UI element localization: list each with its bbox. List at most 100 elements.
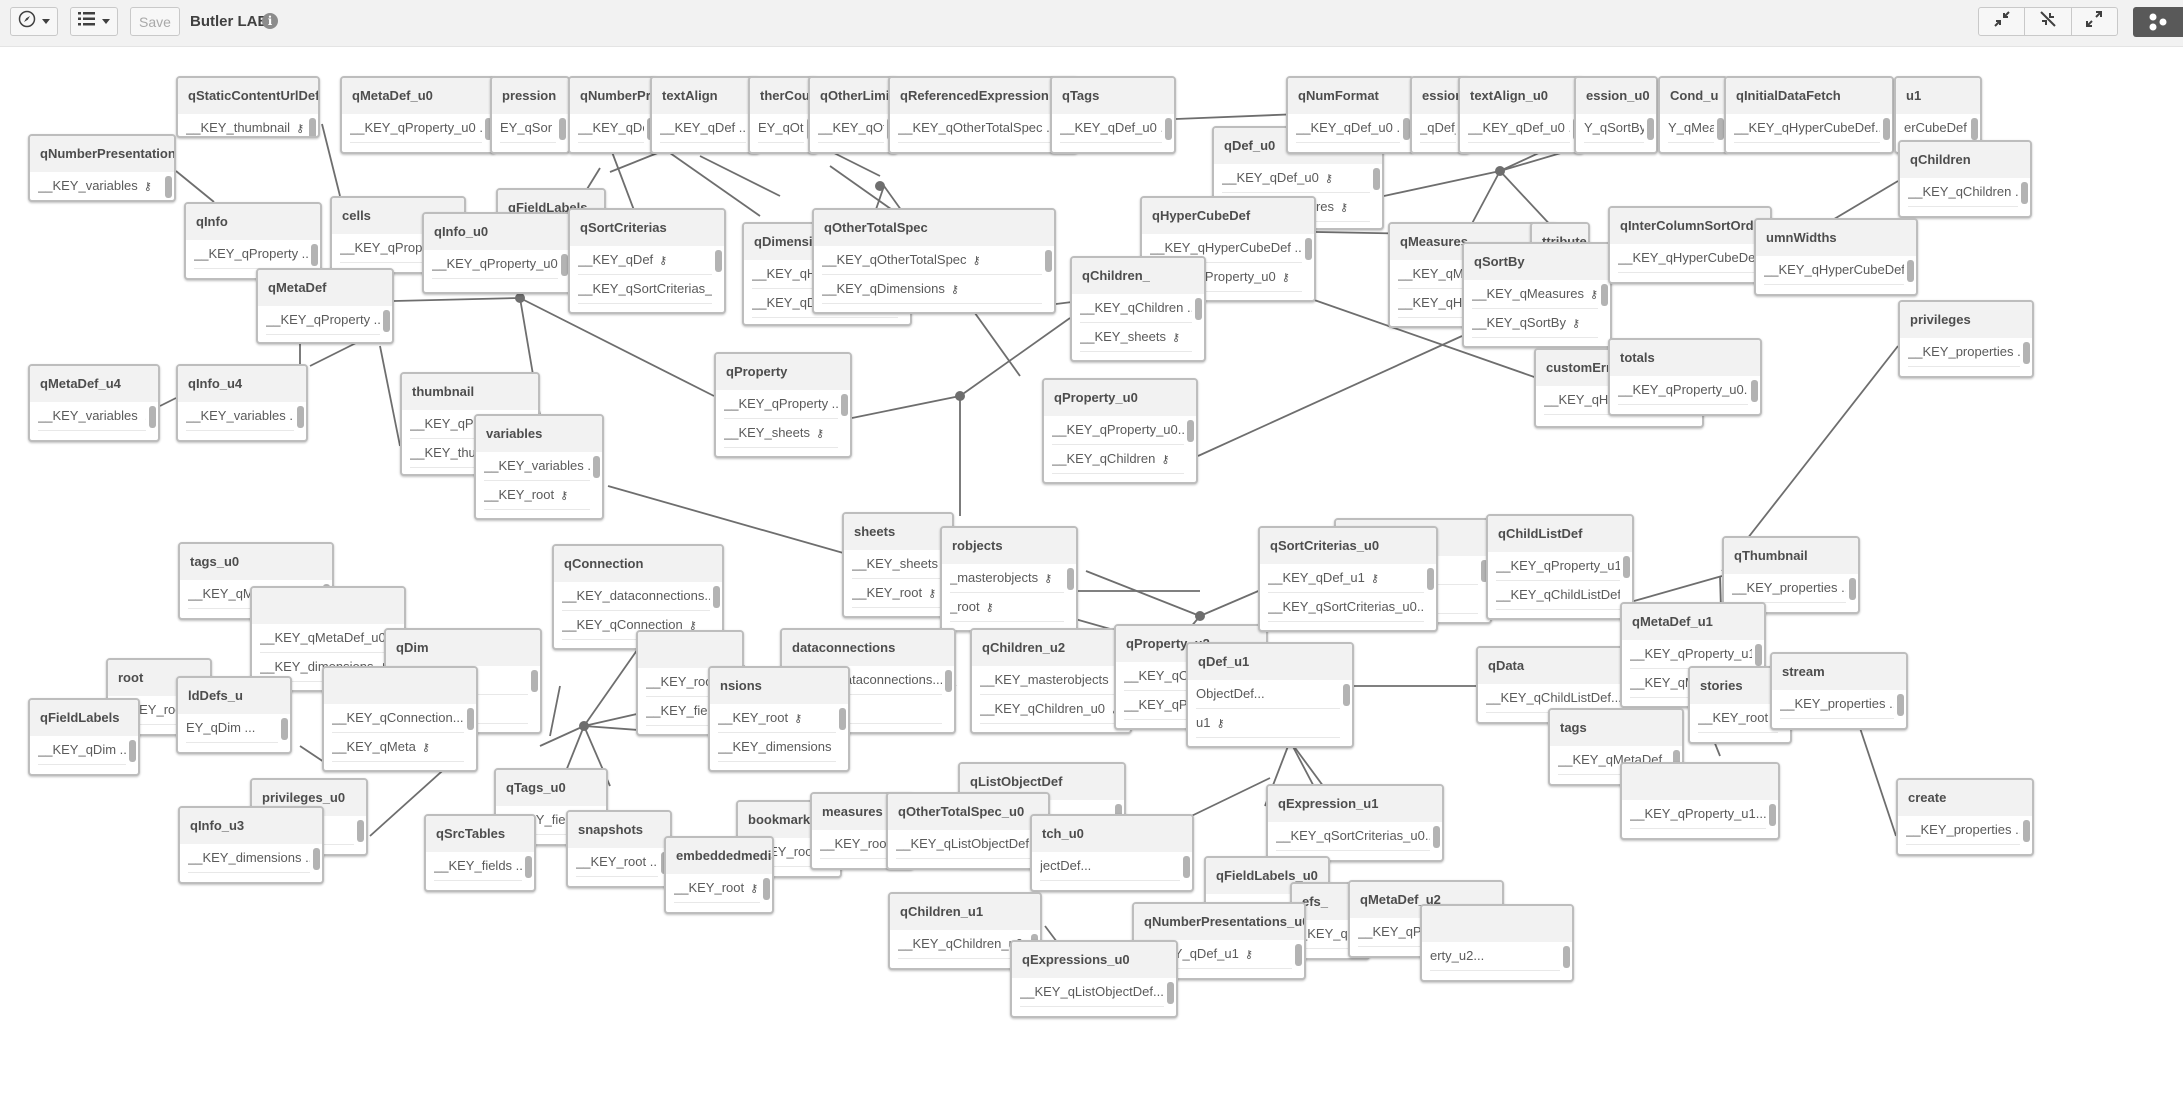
field-row[interactable]: __KEY_qChildren ... bbox=[1080, 294, 1192, 323]
table-card-privileges[interactable]: privileges __KEY_properties ... bbox=[1898, 300, 2034, 378]
field-row[interactable]: __KEY_qProperty ... bbox=[194, 240, 308, 269]
scrollbar-handle[interactable] bbox=[297, 406, 304, 428]
scrollbar-handle[interactable] bbox=[763, 878, 770, 900]
table-card-qExpression_u1[interactable]: qExpression_u1 __KEY_qSortCriterias_u0... bbox=[1266, 784, 1444, 862]
scrollbar-handle[interactable] bbox=[129, 740, 136, 762]
scrollbar-handle[interactable] bbox=[531, 670, 538, 692]
field-row[interactable]: __KEY_qProperty_u1... bbox=[1630, 800, 1766, 829]
field-row[interactable]: Y_qSortBy⚷ bbox=[1584, 114, 1644, 143]
field-row[interactable]: erty_u2... bbox=[1430, 942, 1560, 971]
field-row[interactable]: __KEY_qProperty_u0 ... bbox=[350, 114, 482, 143]
field-row[interactable]: __KEY_qOtherTotalSpec ... bbox=[898, 114, 1064, 143]
scrollbar-handle[interactable] bbox=[839, 708, 846, 730]
table-card-qMetaDef_u4[interactable]: qMetaDef_u4 __KEY_variables ⚷ bbox=[28, 364, 160, 442]
scrollbar-handle[interactable] bbox=[525, 856, 532, 878]
field-row[interactable]: EY_qOth bbox=[758, 114, 804, 143]
table-card-qStaticContentUrlDef[interactable]: qStaticContentUrlDef __KEY_thumbnail ⚷ bbox=[176, 76, 320, 138]
field-row[interactable]: __KEY_qHyperCubeDef... bbox=[1734, 114, 1880, 143]
scrollbar-handle[interactable] bbox=[1623, 556, 1630, 578]
scrollbar-handle[interactable] bbox=[1067, 568, 1074, 590]
field-row[interactable]: __KEY_dimensions ... bbox=[188, 844, 310, 873]
field-row[interactable]: __KEY_qMeasures ⚷ bbox=[1472, 280, 1598, 309]
field-row[interactable]: EY_qDim ... bbox=[186, 714, 278, 743]
scrollbar-handle[interactable] bbox=[311, 244, 318, 266]
info-icon[interactable]: i bbox=[262, 13, 278, 29]
scrollbar-handle[interactable] bbox=[1769, 804, 1776, 826]
field-row[interactable]: __KEY_qChildren_u0 bbox=[898, 930, 1028, 959]
table-card-qNumberPresentations[interactable]: qNumberPre __KEY_qDef bbox=[568, 76, 658, 154]
table-card-masterobjects[interactable]: robjects _masterobjects ⚷ _root ⚷ bbox=[940, 526, 1078, 632]
table-card-qNumFormat[interactable]: qNumFormat __KEY_qDef_u0 ... bbox=[1286, 76, 1414, 154]
table-card-sheets[interactable]: sheets__KEY_sheets⚷ __KEY_root ⚷ bbox=[842, 512, 954, 618]
table-card-qTags[interactable]: qTags __KEY_qDef_u0 ... bbox=[1050, 76, 1176, 154]
scrollbar-handle[interactable] bbox=[713, 586, 720, 608]
table-card-qSrcTables[interactable]: qSrcTables __KEY_fields ... bbox=[424, 814, 536, 892]
field-row[interactable]: ObjectDef... bbox=[1196, 680, 1340, 709]
table-card-qDef_u1[interactable]: qDef_u1 ObjectDef... u1 ⚷ bbox=[1186, 642, 1354, 748]
scrollbar-handle[interactable] bbox=[467, 708, 474, 730]
field-row[interactable]: __KEY_qMetaDef_u0... bbox=[260, 624, 392, 653]
table-card-qMetaDef[interactable]: qMetaDef __KEY_qProperty ... bbox=[256, 268, 394, 344]
field-row[interactable]: __KEY_qChildListDef ... bbox=[1496, 581, 1620, 610]
navigation-menu-button[interactable] bbox=[10, 7, 58, 36]
scrollbar-handle[interactable] bbox=[2023, 342, 2030, 364]
table-card-variables[interactable]: variables __KEY_variables ... __KEY_root ⚷ bbox=[474, 414, 604, 520]
field-row[interactable]: __KEY_qProperty_u0... bbox=[1052, 416, 1184, 445]
field-row[interactable]: __KEY_qListObjectDef... bbox=[1020, 978, 1164, 1007]
field-row[interactable]: __KEY_qDef_u0 ⚷ bbox=[1222, 164, 1370, 193]
field-row[interactable]: __KEY_qOth bbox=[818, 114, 884, 143]
scrollbar-handle[interactable] bbox=[1167, 982, 1174, 1004]
table-card-qInitialDataFetch[interactable]: qInitialDataFetch __KEY_qHyperCubeDef... bbox=[1724, 76, 1894, 154]
expand-button[interactable] bbox=[2072, 8, 2117, 35]
table-card-qInterColumnSortOrder[interactable]: qInterColumnSortOrder __KEY_qHyperCubeDef… bbox=[1608, 206, 1772, 284]
scrollbar-handle[interactable] bbox=[2021, 182, 2028, 204]
table-card-stream[interactable]: stream __KEY_properties ... bbox=[1770, 652, 1908, 730]
scrollbar-handle[interactable] bbox=[559, 118, 566, 140]
field-row[interactable]: __KEY_qSortBy ⚷ bbox=[1472, 309, 1598, 338]
field-row[interactable]: _root ⚷ bbox=[950, 593, 1064, 622]
field-row[interactable]: __KEY_sheets ⚷ bbox=[1080, 323, 1192, 352]
field-row[interactable]: __KEY_qChildren_u0⚷ bbox=[980, 695, 1118, 724]
table-card-qCond_u0[interactable]: Cond_u Y_qMeas bbox=[1658, 76, 1728, 154]
field-row[interactable]: u1 ⚷ bbox=[1196, 709, 1340, 738]
field-row[interactable]: __KEY_dataconnections... bbox=[562, 582, 710, 611]
table-card-qProperty[interactable]: qProperty __KEY_qProperty ... __KEY_sheets… bbox=[714, 352, 852, 458]
save-button[interactable]: Save bbox=[130, 7, 180, 36]
scrollbar-handle[interactable] bbox=[593, 456, 600, 478]
field-row[interactable]: __KEY_root ⚷ bbox=[674, 874, 760, 903]
table-card-qSortBy[interactable]: qSortBy __KEY_qMeasures ⚷ __KEY_qSortBy ⚷ bbox=[1462, 242, 1612, 348]
field-row[interactable]: _masterobjects ⚷ bbox=[950, 564, 1064, 593]
scrollbar-handle[interactable] bbox=[1717, 118, 1724, 140]
field-row[interactable]: __KEY_qDef bbox=[578, 114, 644, 143]
scrollbar-handle[interactable] bbox=[281, 718, 288, 740]
table-card-qNumberPresentation[interactable]: qNumberPresentation __KEY_variables ⚷ bbox=[28, 134, 176, 202]
field-row[interactable]: __KEY_qHyperCubeDef... bbox=[1764, 256, 1904, 285]
field-row[interactable]: __KEY_qConnection... bbox=[332, 704, 464, 733]
field-row[interactable]: __KEY_variables ... bbox=[484, 452, 590, 481]
field-row[interactable]: __KEY_qDef_u0 ... bbox=[1468, 114, 1570, 143]
scrollbar-handle[interactable] bbox=[945, 670, 952, 692]
table-card-qFieldLabels_dim[interactable]: qFieldLabels __KEY_qDim ... bbox=[28, 698, 140, 776]
scrollbar-handle[interactable] bbox=[1647, 118, 1654, 140]
table-card-qSortCriterias_expression[interactable]: pression EY_qSor bbox=[490, 76, 570, 154]
table-card-snapshots[interactable]: snapshots __KEY_root ... bbox=[566, 810, 672, 888]
scrollbar-handle[interactable] bbox=[1165, 118, 1172, 140]
field-row[interactable]: __KEY_root ⚷ bbox=[484, 481, 590, 510]
table-card-qInfo_u2[interactable]: erty_u2... bbox=[1420, 904, 1574, 982]
field-row[interactable]: __KEY_qProperty ... bbox=[266, 306, 380, 335]
table-card-qFieldDefs[interactable]: ldDefs_u EY_qDim ... bbox=[176, 676, 292, 754]
scrollbar-handle[interactable] bbox=[2023, 820, 2030, 842]
field-row[interactable]: __KEY_root ⚷ bbox=[718, 704, 836, 733]
table-card-qSortCriterias_u0[interactable]: qSortCriterias_u0 __KEY_qDef_u1 ⚷ __KEY_qSo… bbox=[1258, 526, 1438, 632]
scrollbar-handle[interactable] bbox=[561, 254, 568, 276]
field-row[interactable]: jectDef... bbox=[1040, 852, 1180, 881]
scrollbar-handle[interactable] bbox=[1373, 168, 1380, 190]
table-card-textAlign[interactable]: textAlign __KEY_qDef ... bbox=[650, 76, 760, 154]
field-row[interactable]: __KEY_qSortCriterias_u0... bbox=[1276, 822, 1430, 851]
scrollbar-handle[interactable] bbox=[1971, 118, 1978, 140]
scrollbar-handle[interactable] bbox=[715, 250, 722, 272]
table-card-qOtherLimit[interactable]: qOtherLimit __KEY_qOth bbox=[808, 76, 898, 154]
scrollbar-handle[interactable] bbox=[1907, 260, 1914, 282]
field-row[interactable]: __KEY_qSortCriterias_u0... bbox=[1268, 593, 1424, 622]
scrollbar-handle[interactable] bbox=[1295, 944, 1302, 966]
